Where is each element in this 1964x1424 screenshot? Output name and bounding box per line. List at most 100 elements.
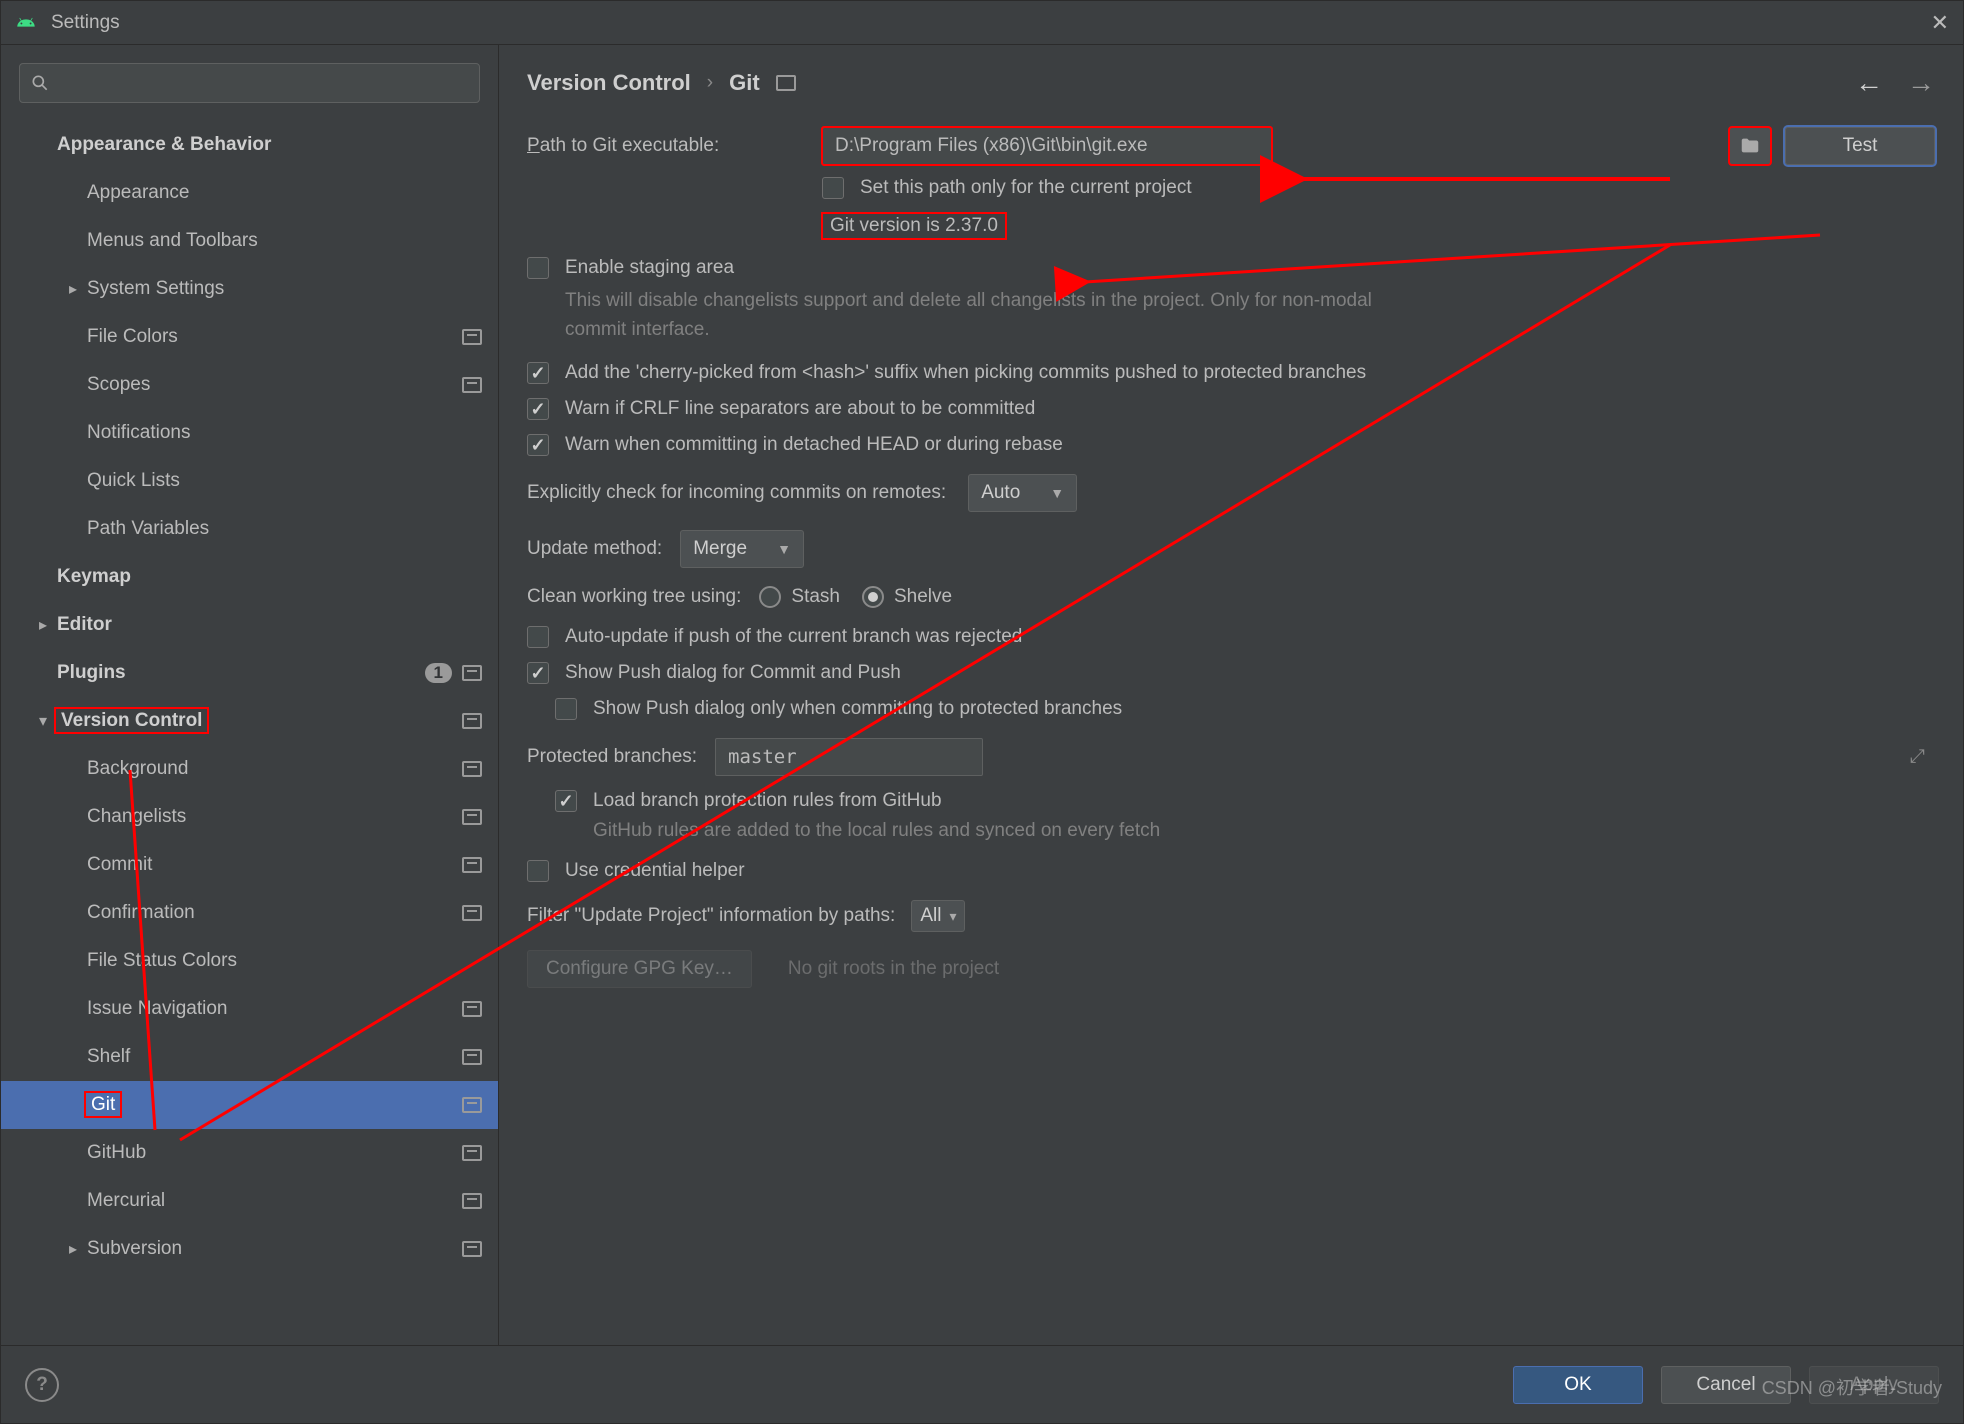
project-level-icon — [462, 1049, 482, 1065]
dialog-footer: ? OK Cancel Apply — [1, 1345, 1963, 1423]
protected-branches-label: Protected branches: — [527, 746, 697, 768]
nav-forward-icon: → — [1907, 67, 1935, 99]
set-path-project-checkbox[interactable] — [822, 177, 844, 199]
sidebar-item-notifications[interactable]: Notifications — [1, 409, 498, 457]
stash-radio[interactable] — [759, 586, 781, 608]
sidebar-item-background[interactable]: Background — [1, 745, 498, 793]
sidebar-item-label: Background — [87, 758, 462, 780]
project-level-icon — [462, 1097, 482, 1113]
project-level-icon — [462, 329, 482, 345]
use-credential-checkbox[interactable] — [527, 860, 549, 882]
sidebar-item-label: Commit — [87, 854, 462, 876]
explicit-check-label: Explicitly check for incoming commits on… — [527, 482, 946, 504]
sidebar-item-label: Keymap — [57, 566, 482, 588]
sidebar-item-label: Editor — [57, 614, 482, 636]
sidebar-item-version-control[interactable]: ▾Version Control — [1, 697, 498, 745]
filter-update-label: Filter "Update Project" information by p… — [527, 905, 895, 927]
cherry-pick-checkbox[interactable] — [527, 362, 549, 384]
project-level-icon — [462, 713, 482, 729]
show-push-protected-checkbox[interactable] — [555, 698, 577, 720]
sidebar-item-editor[interactable]: ▸Editor — [1, 601, 498, 649]
test-button[interactable]: Test — [1785, 127, 1935, 165]
sidebar-item-system-settings[interactable]: ▸System Settings — [1, 265, 498, 313]
sidebar-item-keymap[interactable]: Keymap — [1, 553, 498, 601]
enable-staging-hint: This will disable changelists support an… — [565, 287, 1407, 344]
sidebar-item-label: Shelf — [87, 1046, 462, 1068]
expand-icon[interactable]: ⤢ — [1910, 746, 1925, 768]
filter-update-select[interactable]: All ▾ — [911, 900, 965, 932]
sidebar-item-label: Notifications — [87, 422, 482, 444]
warn-crlf-checkbox[interactable] — [527, 398, 549, 420]
watermark: CSDN @初学者-Study — [1762, 1374, 1942, 1400]
explicit-check-select[interactable]: Auto ▼ — [968, 474, 1077, 512]
browse-button[interactable] — [1729, 127, 1771, 165]
protected-branches-input[interactable] — [715, 738, 983, 776]
update-method-select[interactable]: Merge ▼ — [680, 530, 804, 568]
close-icon[interactable]: ✕ — [1931, 10, 1949, 36]
sidebar-item-path-variables[interactable]: Path Variables — [1, 505, 498, 553]
sidebar-item-shelf[interactable]: Shelf — [1, 1033, 498, 1081]
folder-icon — [1739, 135, 1761, 157]
sidebar-item-appearance[interactable]: Appearance — [1, 169, 498, 217]
help-button[interactable]: ? — [25, 1368, 59, 1402]
sidebar-item-git[interactable]: Git — [1, 1081, 498, 1129]
clean-tree-label: Clean working tree using: — [527, 586, 741, 608]
project-level-icon — [776, 75, 796, 91]
show-push-label: Show Push dialog for Commit and Push — [565, 662, 901, 684]
chevron-icon: ▸ — [59, 1239, 87, 1259]
chevron-icon: ▸ — [29, 615, 57, 635]
sidebar-item-label: System Settings — [87, 278, 482, 300]
sidebar-item-subversion[interactable]: ▸Subversion — [1, 1225, 498, 1273]
project-level-icon — [462, 1193, 482, 1209]
sidebar-item-quick-lists[interactable]: Quick Lists — [1, 457, 498, 505]
sidebar-item-scopes[interactable]: Scopes — [1, 361, 498, 409]
chevron-down-icon: ▼ — [777, 541, 791, 557]
sidebar-item-appearance-behavior[interactable]: Appearance & Behavior — [1, 121, 498, 169]
sidebar-item-file-status-colors[interactable]: File Status Colors — [1, 937, 498, 985]
project-level-icon — [462, 1001, 482, 1017]
explicit-check-value: Auto — [981, 482, 1020, 504]
sidebar-item-confirmation[interactable]: Confirmation — [1, 889, 498, 937]
configure-gpg-button[interactable]: Configure GPG Key… — [527, 950, 752, 988]
warn-detached-checkbox[interactable] — [527, 434, 549, 456]
sidebar-item-changelists[interactable]: Changelists — [1, 793, 498, 841]
content-panel: Version Control › Git ← → Path to Git ex… — [499, 45, 1963, 1345]
git-version-text: Git version is 2.37.0 — [822, 213, 1006, 239]
sidebar: Appearance & Behavior AppearanceMenus and… — [1, 45, 499, 1345]
enable-staging-checkbox[interactable] — [527, 257, 549, 279]
titlebar: Settings ✕ — [1, 1, 1963, 45]
android-icon — [15, 12, 37, 34]
sidebar-item-issue-navigation[interactable]: Issue Navigation — [1, 985, 498, 1033]
path-label: Path to Git executable: — [527, 135, 822, 157]
sidebar-item-label: Path Variables — [87, 518, 482, 540]
sidebar-item-file-colors[interactable]: File Colors — [1, 313, 498, 361]
sidebar-item-label: Appearance & Behavior — [57, 134, 482, 156]
ok-button[interactable]: OK — [1513, 1366, 1643, 1404]
load-branch-protection-checkbox[interactable] — [555, 790, 577, 812]
updates-badge: 1 — [425, 663, 452, 683]
sidebar-item-github[interactable]: GitHub — [1, 1129, 498, 1177]
sidebar-item-label: Scopes — [87, 374, 462, 396]
enable-staging-label: Enable staging area — [565, 257, 734, 279]
project-level-icon — [462, 761, 482, 777]
sidebar-item-plugins[interactable]: Plugins1 — [1, 649, 498, 697]
git-settings-form: Path to Git executable: Test Set this pa… — [499, 117, 1963, 1345]
breadcrumb-sub: Git — [729, 70, 760, 96]
shelve-label: Shelve — [894, 586, 952, 608]
search-input[interactable] — [19, 63, 480, 103]
project-level-icon — [462, 665, 482, 681]
sidebar-item-commit[interactable]: Commit — [1, 841, 498, 889]
window-title: Settings — [51, 12, 1931, 34]
show-push-checkbox[interactable] — [527, 662, 549, 684]
auto-update-checkbox[interactable] — [527, 626, 549, 648]
git-path-input[interactable] — [822, 127, 1272, 165]
shelve-radio[interactable] — [862, 586, 884, 608]
sidebar-item-menus-and-toolbars[interactable]: Menus and Toolbars — [1, 217, 498, 265]
sidebar-item-mercurial[interactable]: Mercurial — [1, 1177, 498, 1225]
set-path-project-label: Set this path only for the current proje… — [860, 177, 1192, 199]
breadcrumb: Version Control › Git ← → — [499, 45, 1963, 117]
up-down-icon: ▾ — [949, 908, 956, 925]
sidebar-item-label: Changelists — [87, 806, 462, 828]
sidebar-item-label: GitHub — [87, 1142, 462, 1164]
nav-back-icon[interactable]: ← — [1855, 67, 1883, 99]
